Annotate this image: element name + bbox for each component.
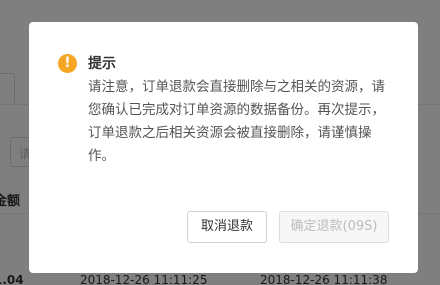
page: 请 金额 1.04 2018-12-26 11:11:25 2018-12-26… [0,0,440,285]
dialog-title: 提示 [88,56,116,72]
exclamation-icon: ! [58,54,77,73]
dialog-message: 请注意，订单退款会直接删除与之相关的资源，请您确认已完成对订单资源的数据备份。再… [88,79,385,164]
cancel-refund-button[interactable]: 取消退款 [187,211,267,243]
confirm-refund-button[interactable]: 确定退款(09S) [279,211,389,243]
refund-confirm-dialog: ! 提示 请注意，订单退款会直接删除与之相关的资源，请您确认已完成对订单资源的数… [29,22,418,273]
